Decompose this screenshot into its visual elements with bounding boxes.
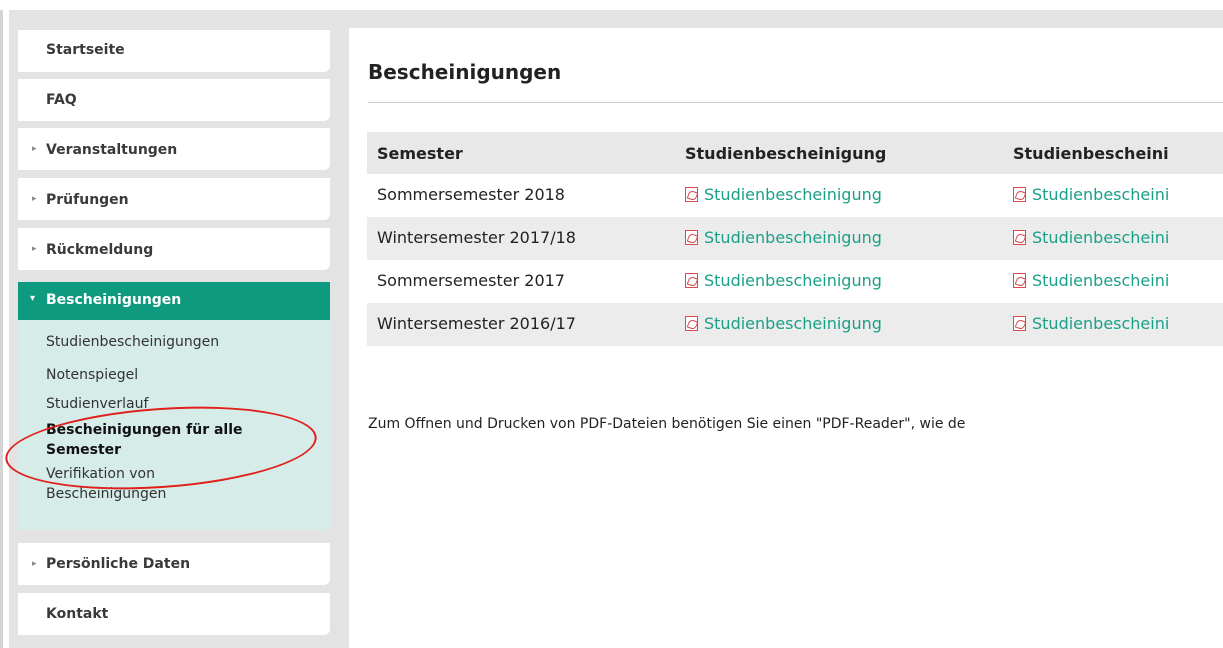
table-row: Wintersemester 2016/17 Studienbescheinig… bbox=[367, 303, 1223, 346]
certificate-link-2[interactable]: Studienbescheini bbox=[1013, 185, 1169, 204]
chevron-right-icon: ▸ bbox=[32, 559, 37, 569]
submenu-verifikation[interactable]: Verifikation von Bescheinigungen bbox=[46, 464, 276, 504]
nav-faq[interactable]: FAQ bbox=[18, 79, 330, 121]
nav-label: Bescheinigungen bbox=[46, 292, 182, 308]
chevron-right-icon: ▸ bbox=[32, 194, 37, 204]
header-studienbescheinigung-2: Studienbescheini bbox=[1013, 144, 1169, 163]
pdf-file-icon bbox=[1013, 230, 1026, 245]
submenu-bescheinigungen: Studienbescheinigungen Notenspiegel Stud… bbox=[18, 320, 330, 530]
submenu-bescheinigungen-alle-semester[interactable]: Bescheinigungen für alle Semester bbox=[46, 420, 296, 460]
nav-startseite[interactable]: Startseite bbox=[18, 30, 330, 72]
pdf-file-icon bbox=[685, 187, 698, 202]
nav-label: Persönliche Daten bbox=[46, 556, 191, 572]
submenu-notenspiegel[interactable]: Notenspiegel bbox=[46, 365, 138, 385]
header-studienbescheinigung: Studienbescheinigung bbox=[685, 144, 887, 163]
nav-kontakt[interactable]: Kontakt bbox=[18, 593, 330, 635]
submenu-studienverlauf[interactable]: Studienverlauf bbox=[46, 394, 148, 414]
pdf-file-icon bbox=[1013, 273, 1026, 288]
page-title: Bescheinigungen bbox=[368, 60, 562, 84]
pdf-file-icon bbox=[685, 273, 698, 288]
certificates-table: Semester Studienbescheinigung Studienbes… bbox=[367, 132, 1223, 347]
nav-label: Kontakt bbox=[46, 606, 109, 622]
nav-persoenliche-daten[interactable]: ▸ Persönliche Daten bbox=[18, 543, 330, 585]
submenu-studienbescheinigungen[interactable]: Studienbescheinigungen bbox=[46, 332, 219, 352]
chevron-right-icon: ▸ bbox=[32, 244, 37, 254]
semester-cell: Sommersemester 2018 bbox=[377, 185, 565, 204]
pdf-file-icon bbox=[685, 316, 698, 331]
nav-label: FAQ bbox=[46, 92, 77, 108]
table-header-row: Semester Studienbescheinigung Studienbes… bbox=[367, 132, 1223, 174]
nav-rueckmeldung[interactable]: ▸ Rückmeldung bbox=[18, 228, 330, 270]
nav-label: Startseite bbox=[46, 42, 125, 58]
nav-veranstaltungen[interactable]: ▸ Veranstaltungen bbox=[18, 128, 330, 170]
table-row: Wintersemester 2017/18 Studienbescheinig… bbox=[367, 217, 1223, 260]
pdf-file-icon bbox=[1013, 316, 1026, 331]
pdf-file-icon bbox=[685, 230, 698, 245]
certificate-link-2[interactable]: Studienbescheini bbox=[1013, 314, 1169, 333]
certificate-link[interactable]: Studienbescheinigung bbox=[685, 228, 882, 247]
chevron-right-icon: ▸ bbox=[32, 144, 37, 154]
table-row: Sommersemester 2017 Studienbescheinigung… bbox=[367, 260, 1223, 303]
top-band bbox=[9, 10, 1223, 28]
certificate-link[interactable]: Studienbescheinigung bbox=[685, 314, 882, 333]
certificate-link-2[interactable]: Studienbescheini bbox=[1013, 228, 1169, 247]
top-bar bbox=[0, 0, 1223, 10]
nav-bescheinigungen[interactable]: ▾ Bescheinigungen bbox=[18, 282, 330, 320]
table-row: Sommersemester 2018 Studienbescheinigung… bbox=[367, 174, 1223, 217]
pdf-file-icon bbox=[1013, 187, 1026, 202]
left-edge-line bbox=[0, 10, 3, 648]
nav-label: Rückmeldung bbox=[46, 242, 154, 258]
pdf-reader-note: Zum Öffnen und Drucken von PDF-Dateien b… bbox=[368, 416, 966, 432]
semester-cell: Sommersemester 2017 bbox=[377, 271, 565, 290]
nav-pruefungen[interactable]: ▸ Prüfungen bbox=[18, 178, 330, 220]
semester-cell: Wintersemester 2016/17 bbox=[377, 314, 576, 333]
nav-label: Veranstaltungen bbox=[46, 142, 178, 158]
title-divider bbox=[368, 102, 1223, 103]
certificate-link-2[interactable]: Studienbescheini bbox=[1013, 271, 1169, 290]
header-semester: Semester bbox=[377, 144, 463, 163]
semester-cell: Wintersemester 2017/18 bbox=[377, 228, 576, 247]
chevron-down-icon: ▾ bbox=[30, 293, 36, 304]
certificate-link[interactable]: Studienbescheinigung bbox=[685, 271, 882, 290]
certificate-link[interactable]: Studienbescheinigung bbox=[685, 185, 882, 204]
nav-label: Prüfungen bbox=[46, 192, 129, 208]
